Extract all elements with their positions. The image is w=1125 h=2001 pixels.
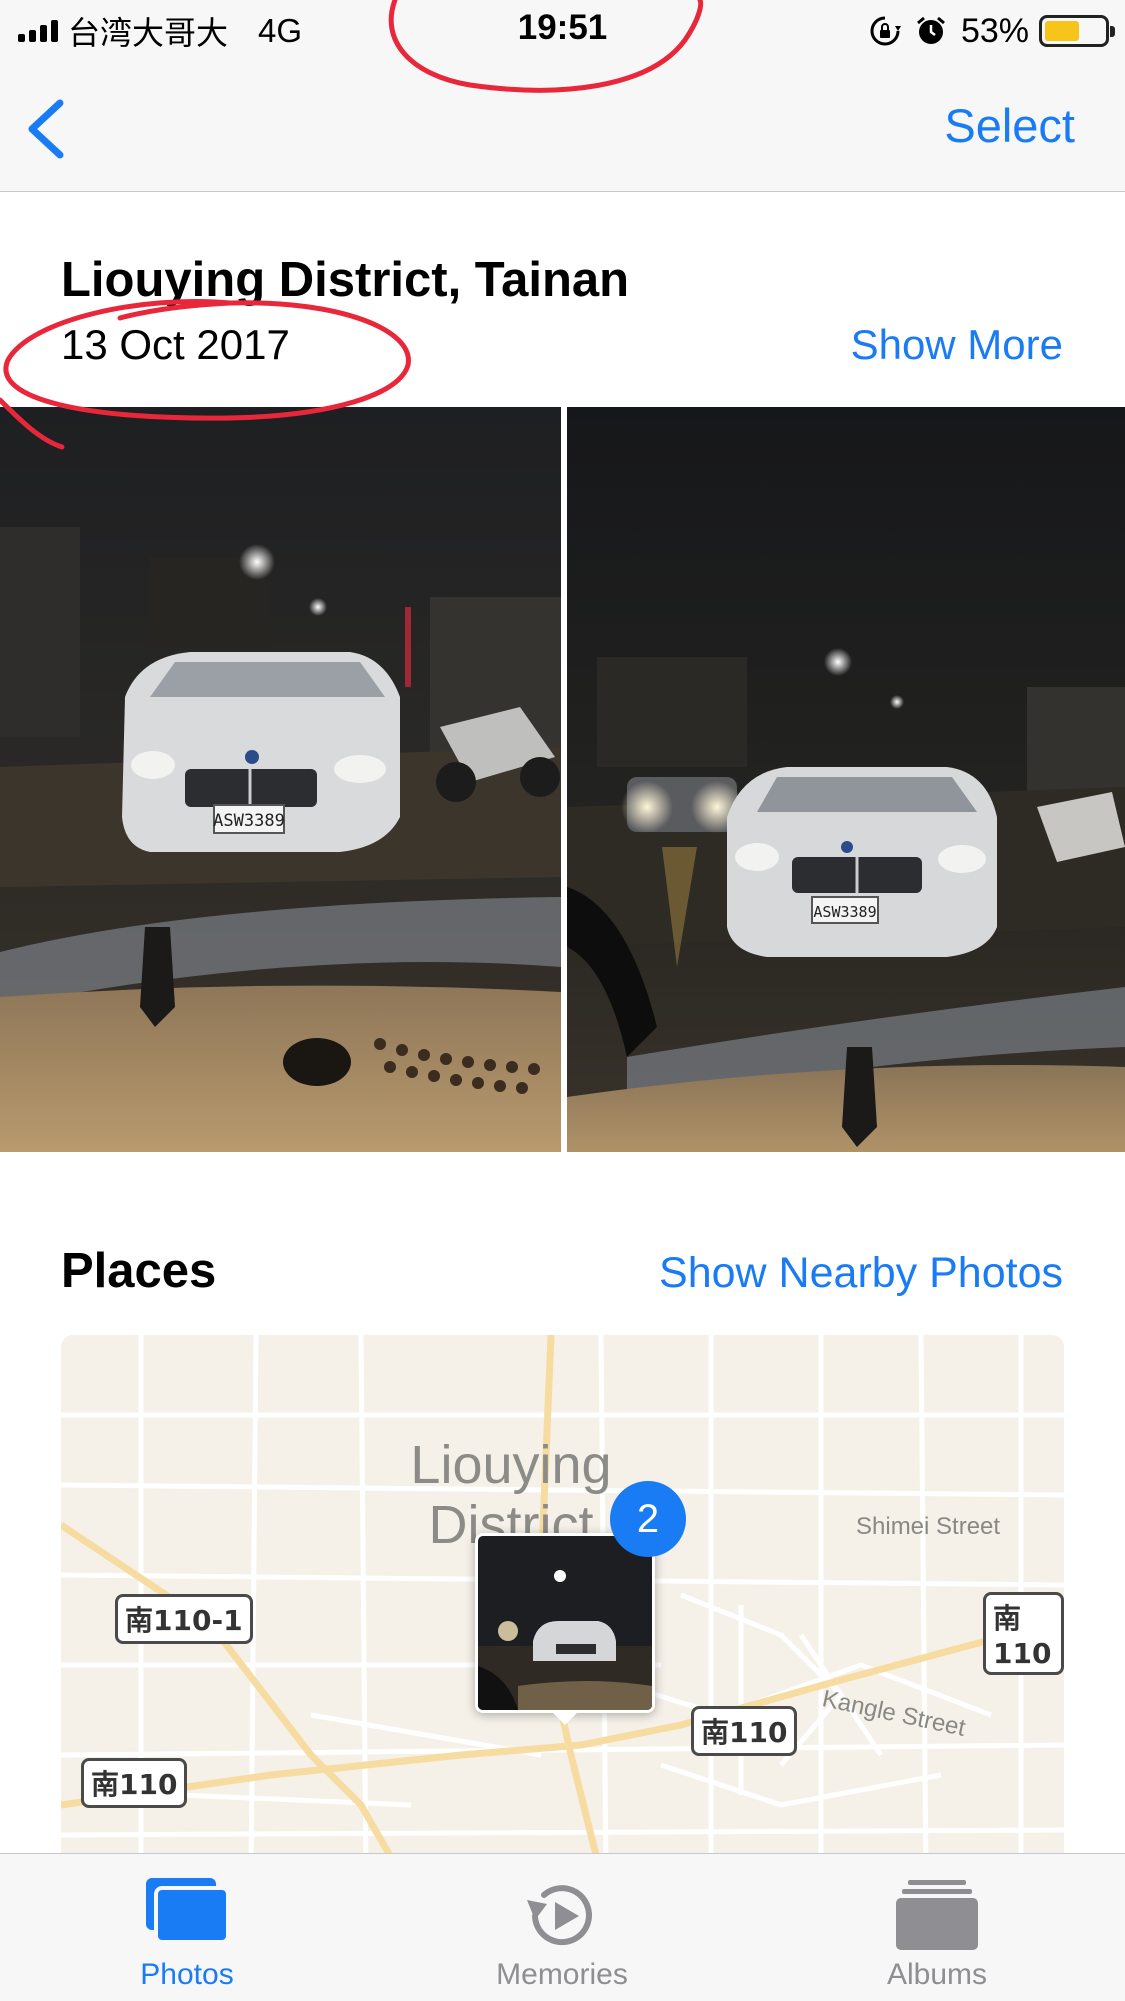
photo-thumbnail-2[interactable]: ASW3389 — [567, 407, 1125, 1152]
license-plate-1: ASW3389 — [213, 811, 285, 831]
photo-count-badge: 2 — [610, 1481, 686, 1557]
tab-bar: Photos Memories Albums — [0, 1853, 1125, 2001]
tab-memories[interactable]: Memories — [462, 1854, 662, 2001]
car-photo-2: ASW3389 — [567, 407, 1125, 1152]
route-shield-110: 南110 — [983, 1592, 1064, 1675]
status-bar: 台湾大哥大 4G 19:51 53% — [0, 0, 1125, 62]
places-title: Places — [61, 1244, 217, 1298]
places-map[interactable]: Liouying District Shimei Street Kangle S… — [61, 1335, 1064, 1875]
tab-label: Albums — [886, 1958, 988, 1991]
car-photo-1: ASW3389 — [0, 407, 561, 1152]
photos-icon — [146, 1878, 230, 1944]
alarm-icon — [916, 16, 945, 44]
select-button[interactable]: Select — [944, 98, 1075, 153]
albums-icon — [896, 1880, 978, 1950]
memories-icon — [527, 1885, 592, 1946]
street-label-shimei: Shimei Street — [856, 1513, 1001, 1540]
location-title: Liouying District, Tainan — [61, 253, 630, 307]
tab-label: Memories — [496, 1958, 628, 1991]
orientation-lock-icon — [870, 16, 901, 46]
route-shield-110: 南110 — [691, 1706, 798, 1756]
status-right: 53% — [869, 8, 1115, 54]
photo-thumbnail-1[interactable]: ASW3389 — [0, 407, 561, 1152]
map-photo-pin[interactable] — [475, 1533, 655, 1713]
tab-label: Photos — [140, 1958, 234, 1991]
battery-percent: 53% — [960, 11, 1029, 50]
chevron-left-icon[interactable] — [22, 97, 72, 161]
route-shield-110: 南110 — [81, 1758, 188, 1808]
tab-photos[interactable]: Photos — [87, 1854, 287, 2001]
memory-date: 13 Oct 2017 — [61, 321, 290, 368]
navigation-bar: Select — [0, 62, 1125, 192]
pin-photo-thumbnail — [478, 1536, 652, 1710]
tab-albums[interactable]: Albums — [837, 1854, 1037, 2001]
route-shield-110-1: 南110-1 — [115, 1594, 253, 1644]
show-nearby-photos-button[interactable]: Show Nearby Photos — [659, 1249, 1063, 1298]
show-more-button[interactable]: Show More — [851, 321, 1063, 369]
battery-icon — [1039, 15, 1115, 47]
pin-tail — [551, 1711, 579, 1725]
license-plate-2: ASW3389 — [813, 903, 876, 921]
